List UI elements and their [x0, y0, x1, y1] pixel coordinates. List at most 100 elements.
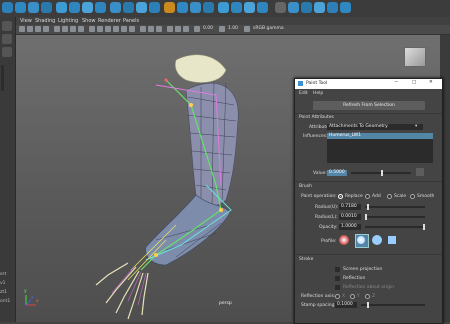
stamp-spacing-field[interactable]: 0.1000 [335, 302, 357, 308]
attribute-dropdown[interactable]: Attachments To Geometry [327, 124, 423, 130]
gamma-value[interactable]: 1.00 [228, 26, 238, 31]
lasso-icon[interactable] [2, 34, 12, 44]
menu-renderer[interactable]: Renderer [98, 18, 121, 24]
locator-icon[interactable] [301, 2, 312, 13]
bookmark-icon[interactable] [35, 26, 41, 32]
axis-z-radio[interactable] [365, 294, 370, 299]
curve-icon[interactable] [288, 2, 299, 13]
gamma-icon[interactable] [219, 26, 225, 32]
profile-gaussian-icon[interactable] [339, 235, 349, 245]
paint-select-icon[interactable] [2, 47, 12, 57]
operation-smooth-radio[interactable] [410, 194, 415, 199]
influences-list[interactable]: Humerus_LW1 [327, 133, 433, 163]
value-field[interactable]: 0.5000 [327, 170, 347, 176]
deformer-icon[interactable] [149, 2, 160, 13]
soft-mod-icon[interactable] [231, 2, 242, 13]
xray-icon[interactable] [140, 26, 146, 32]
axis-x-radio[interactable] [335, 294, 340, 299]
radius-u-slider[interactable] [365, 204, 425, 210]
nonlinear-icon[interactable] [244, 2, 255, 13]
blend-shape-icon[interactable] [177, 2, 188, 13]
xray-joints-icon[interactable] [148, 26, 154, 32]
rotate-tool-icon[interactable] [28, 2, 39, 13]
film-gate-icon[interactable] [62, 26, 68, 32]
close-icon[interactable]: ✕ [429, 80, 433, 85]
menu-show[interactable]: Show [82, 18, 96, 24]
reflection-about-origin-checkbox[interactable] [335, 285, 340, 290]
chevron-down-icon[interactable]: ▾ [415, 124, 417, 129]
stamp-spacing-slider[interactable] [361, 302, 425, 308]
smooth-shade-icon[interactable] [97, 26, 103, 32]
opacity-slider-handle[interactable] [423, 224, 425, 230]
brush-header[interactable]: Brush [299, 184, 312, 189]
ambient-occlusion-icon[interactable] [167, 26, 173, 32]
operation-scale-radio[interactable] [387, 194, 392, 199]
wireframe-icon[interactable] [89, 26, 95, 32]
parent-icon[interactable] [327, 2, 338, 13]
radius-u-field[interactable]: 0.7180 [339, 204, 361, 210]
radius-l-slider[interactable] [365, 214, 425, 220]
value-slider[interactable] [351, 170, 411, 176]
textured-icon[interactable] [113, 26, 119, 32]
hypershade-icon[interactable] [340, 2, 351, 13]
radius-u-slider-handle[interactable] [367, 204, 369, 210]
point-attributes-header[interactable]: Point Attributes [299, 115, 334, 120]
bind-skin-icon[interactable] [82, 2, 93, 13]
select-tool-icon[interactable] [2, 2, 13, 13]
resolution-gate-icon[interactable] [70, 26, 76, 32]
image-plane-icon[interactable] [43, 26, 49, 32]
operation-add-radio[interactable] [365, 194, 370, 199]
color-management-icon[interactable] [244, 26, 250, 32]
profile-square-icon[interactable] [388, 236, 396, 244]
opacity-field[interactable]: 1.0000 [339, 224, 361, 230]
more-tools-icon[interactable] [275, 2, 286, 13]
menu-help[interactable]: Help [313, 91, 323, 96]
menu-edit[interactable]: Edit [299, 91, 308, 96]
exposure-value[interactable]: 0.00 [203, 26, 213, 31]
sculpt-icon[interactable] [218, 2, 229, 13]
color-space-dropdown[interactable]: sRGB gamma [253, 26, 284, 31]
camera-attr-icon[interactable] [27, 26, 33, 32]
camera-icon[interactable] [19, 26, 25, 32]
refresh-from-selection-button[interactable]: Refresh From Selection [313, 101, 425, 110]
menu-panels[interactable]: Panels [123, 18, 139, 24]
grid-icon[interactable] [54, 26, 60, 32]
lattice-icon[interactable] [136, 2, 147, 13]
minimize-icon[interactable]: ─ [395, 80, 398, 85]
radius-l-field[interactable]: 0.0010 [339, 214, 361, 220]
influence-item-selected[interactable]: Humerus_LW1 [327, 133, 433, 139]
move-tool-icon[interactable] [15, 2, 26, 13]
joint-tool-icon[interactable] [56, 2, 67, 13]
title-bar[interactable]: Paint Tool ─ □ ✕ [295, 79, 442, 89]
radius-l-slider-handle[interactable] [365, 214, 367, 220]
reflection-checkbox[interactable] [335, 276, 340, 281]
wrap-icon[interactable] [203, 2, 214, 13]
antialiasing-icon[interactable] [175, 26, 181, 32]
ik-handle-icon[interactable] [69, 2, 80, 13]
stamp-spacing-slider-handle[interactable] [367, 302, 369, 308]
paint-weights-icon[interactable] [95, 2, 106, 13]
edit-value-icon[interactable] [416, 168, 424, 176]
maximize-icon[interactable]: □ [412, 80, 416, 85]
operation-replace-radio[interactable] [338, 194, 343, 199]
isolate-select-icon[interactable] [156, 26, 162, 32]
view-cube-icon[interactable] [404, 47, 426, 67]
menu-shading[interactable]: Shading [35, 18, 55, 24]
screen-projection-checkbox[interactable] [335, 267, 340, 272]
character-icon[interactable] [164, 2, 175, 13]
opacity-slider[interactable] [365, 224, 425, 230]
shadows-icon[interactable] [129, 26, 135, 32]
menu-view[interactable]: View [20, 18, 32, 24]
menu-lighting[interactable]: Lighting [58, 18, 78, 24]
axis-y-radio[interactable] [350, 294, 355, 299]
depth-of-field-icon[interactable] [183, 26, 189, 32]
value-slider-handle[interactable] [381, 170, 383, 176]
stroke-header[interactable]: Stroke [299, 257, 313, 262]
group-icon[interactable] [314, 2, 325, 13]
cluster-icon[interactable] [123, 2, 134, 13]
scale-tool-icon[interactable] [41, 2, 52, 13]
skin-cluster-icon[interactable] [257, 2, 268, 13]
select-icon[interactable] [2, 21, 12, 31]
wire-icon[interactable] [190, 2, 201, 13]
constraint-icon[interactable] [110, 2, 121, 13]
